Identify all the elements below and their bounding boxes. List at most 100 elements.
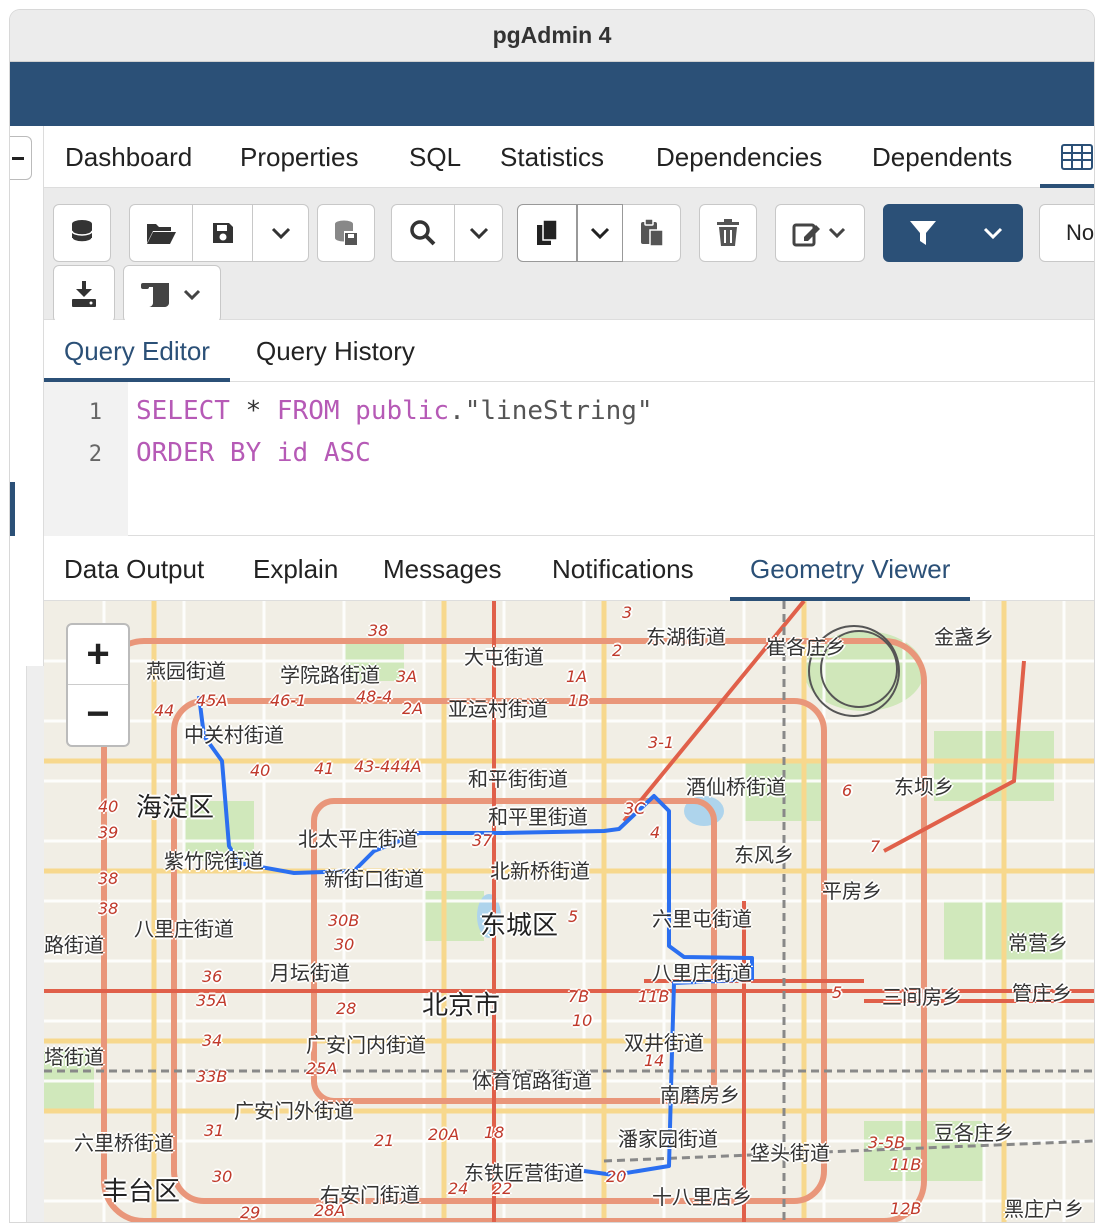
tab-dependencies[interactable]: Dependencies <box>656 126 822 188</box>
collapse-panel-button[interactable] <box>10 136 32 180</box>
tab-sql[interactable]: SQL <box>409 126 461 188</box>
route-number: 24 <box>448 1179 469 1198</box>
route-number: 39 <box>98 823 119 842</box>
sql-editor[interactable]: 1 2 SELECT * FROM public."lineString" OR… <box>44 382 1094 536</box>
find-button[interactable] <box>391 204 455 262</box>
map-label: 塔街道 <box>44 1045 104 1069</box>
download-button[interactable] <box>53 265 115 323</box>
route-number: 40 <box>250 761 271 780</box>
map-label: 南磨房乡 <box>660 1083 740 1107</box>
delete-rows-button[interactable] <box>699 204 757 262</box>
route-number: 5 <box>568 907 579 926</box>
tab-query-editor[interactable]: Query Editor <box>44 320 230 382</box>
route-number: 12B <box>890 1199 922 1218</box>
route-number: 28 <box>336 999 357 1018</box>
tab-geometry-viewer[interactable]: Geometry Viewer <box>730 537 971 601</box>
window-title: pgAdmin 4 <box>492 22 612 48</box>
edit-options-dropdown[interactable] <box>775 204 865 262</box>
rows-limit-select[interactable]: No <box>1039 204 1094 262</box>
route-number: 38 <box>368 621 389 640</box>
route-number: 18 <box>484 1123 505 1142</box>
route-number: 20 <box>606 1167 627 1186</box>
macros-dropdown[interactable] <box>123 265 221 323</box>
route-number: 30B <box>328 911 360 930</box>
tab-properties[interactable]: Properties <box>240 126 359 188</box>
map-label: 东坝乡 <box>894 775 954 799</box>
route-number: 3 <box>622 603 633 622</box>
tab-explain[interactable]: Explain <box>253 537 338 601</box>
map-label: 酒仙桥街道 <box>686 775 786 799</box>
save-data-button[interactable] <box>317 204 375 262</box>
route-number: 38 <box>98 869 119 888</box>
route-number: 40 <box>98 797 119 816</box>
tab-data-output[interactable]: Data Output <box>64 537 204 601</box>
chevron-down-icon <box>271 227 290 240</box>
tab-messages[interactable]: Messages <box>383 537 502 601</box>
filter-icon <box>910 221 936 245</box>
database-button[interactable] <box>53 204 111 262</box>
copy-icon <box>537 219 558 245</box>
keyword: SELECT <box>136 396 230 426</box>
chevron-down-icon <box>590 227 610 240</box>
keyword: ORDER BY <box>136 438 262 468</box>
route-number: 48-4 <box>356 687 393 706</box>
route-number: 28A <box>314 1201 346 1220</box>
route-number: 2A <box>402 699 424 718</box>
route-number: 3-1 <box>648 733 675 752</box>
route-number: 5 <box>832 983 843 1002</box>
grid-icon <box>1061 144 1093 170</box>
route-number: 2 <box>612 641 623 660</box>
tab-dependents[interactable]: Dependents <box>872 126 1012 188</box>
tab-notifications[interactable]: Notifications <box>552 537 694 601</box>
map-label: 管庄乡 <box>1012 981 1072 1005</box>
code-line-1[interactable]: SELECT * FROM public."lineString" <box>136 396 653 426</box>
route-number: 1B <box>568 691 590 710</box>
paste-icon <box>640 218 664 247</box>
route-number: 31 <box>204 1121 225 1140</box>
tab-query-tool[interactable] <box>1040 126 1094 188</box>
map-label: 紫竹院街道 <box>164 849 264 873</box>
route-number: 46-1 <box>270 691 307 710</box>
map-label: 八里庄街道 <box>134 917 234 941</box>
tab-dashboard[interactable]: Dashboard <box>65 126 192 188</box>
brand-bar <box>10 62 1094 126</box>
operator: * <box>229 396 277 426</box>
copy-button[interactable] <box>517 204 577 262</box>
save-icon <box>212 223 233 243</box>
map-label: 亚运村街道 <box>448 697 548 721</box>
filter-options-dropdown[interactable] <box>963 204 1023 262</box>
find-options-dropdown[interactable] <box>455 204 503 262</box>
code-line-2[interactable]: ORDER BY id ASC <box>136 438 371 468</box>
route-number: 44 <box>154 701 175 720</box>
zoom-out-button[interactable]: − <box>68 685 128 745</box>
geometry-map[interactable]: + − 燕园街道 学院路街道 大屯街道 东湖街道 崔各庄乡 金盏乡 中关村街道 … <box>44 601 1094 1222</box>
save-file-button[interactable] <box>193 204 253 262</box>
chevron-down-icon <box>469 227 488 240</box>
vertical-scrollbar[interactable] <box>26 666 44 1222</box>
tab-query-history[interactable]: Query History <box>256 320 415 382</box>
copy-options-dropdown[interactable] <box>577 204 623 262</box>
zoom-in-button[interactable]: + <box>68 625 128 685</box>
column-name: id <box>261 438 309 468</box>
save-options-dropdown[interactable] <box>253 204 309 262</box>
map-label: 丰台区 <box>102 1177 181 1207</box>
keyword: ASC <box>308 438 371 468</box>
route-number: 3-5B <box>868 1133 906 1152</box>
title-bar: pgAdmin 4 <box>10 10 1094 62</box>
route-number: 7 <box>870 837 881 856</box>
paste-button[interactable] <box>623 204 681 262</box>
route-number: 30 <box>334 935 355 954</box>
tab-statistics[interactable]: Statistics <box>500 126 604 188</box>
map-label: 路街道 <box>44 933 104 957</box>
filter-button[interactable] <box>883 204 963 262</box>
schema-name: public <box>339 396 450 426</box>
route-number: 25A <box>306 1059 338 1078</box>
route-number: 29 <box>240 1203 261 1222</box>
open-file-button[interactable] <box>129 204 193 262</box>
map-label: 三间房乡 <box>882 985 962 1009</box>
search-icon <box>410 220 436 246</box>
route-number: 20A <box>428 1125 460 1144</box>
map-label: 广安门外街道 <box>234 1099 354 1123</box>
route-number: 11B <box>638 987 670 1006</box>
map-label: 六里屯街道 <box>652 907 752 931</box>
